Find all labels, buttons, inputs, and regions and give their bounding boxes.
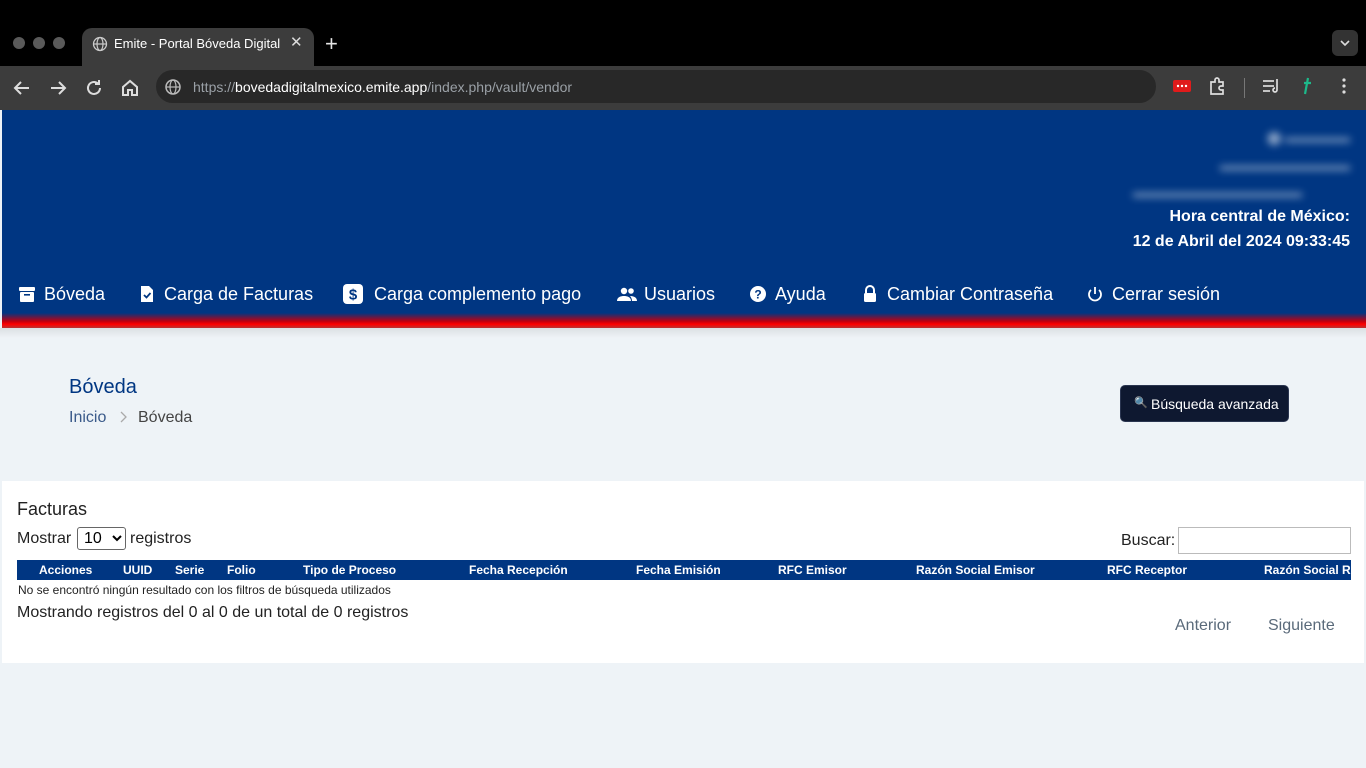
power-icon (1088, 287, 1102, 302)
nav-label: Usuarios (644, 284, 716, 304)
clock-label: Hora central de México: (1169, 208, 1351, 225)
url-text: https://bovedadigitalmexico.emite.app/in… (193, 79, 572, 95)
dollar-icon: $ (343, 284, 363, 304)
nav-label: Cambiar Contraseña (887, 284, 1054, 304)
archive-icon (19, 287, 35, 302)
breadcrumb-current: Bóveda (138, 409, 193, 426)
column-header[interactable]: Razón Social Emisor (916, 563, 1035, 577)
user-company-redacted: ▬▬▬▬▬▬▬▬▬▬▬▬▬ (1133, 185, 1302, 200)
help-icon: ? (750, 286, 766, 302)
extension-red-icon[interactable] (1171, 75, 1193, 97)
toolbar-divider (1244, 78, 1245, 98)
tab-title: Emite - Portal Bóveda Digital México (114, 36, 282, 51)
url-host: bovedadigitalmexico.emite.app (235, 79, 428, 95)
column-header[interactable]: Razón Social Receptor (1264, 563, 1351, 577)
chevron-right-icon (120, 411, 127, 423)
table-info: Mostrando registros del 0 al 0 de un tot… (17, 604, 409, 621)
lock-icon (864, 285, 876, 302)
users-icon (617, 287, 637, 301)
forward-arrow-icon[interactable] (46, 76, 70, 100)
column-header[interactable]: RFC Emisor (778, 563, 847, 577)
column-header[interactable]: Serie (175, 563, 204, 577)
reload-icon[interactable] (82, 76, 106, 100)
magnifier-icon: 🔍 (1134, 397, 1148, 409)
svg-text:$: $ (349, 287, 358, 304)
file-check-icon (141, 286, 153, 302)
tab-search-button[interactable] (1332, 30, 1358, 56)
home-icon[interactable] (118, 76, 142, 100)
records-label: registros (130, 530, 192, 547)
empty-table-message: No se encontró ningún resultado con los … (18, 583, 391, 597)
window-zoom-control[interactable] (53, 37, 65, 49)
chevron-down-icon (1340, 40, 1350, 47)
tab-close-icon[interactable]: ✕ (290, 33, 303, 51)
new-tab-icon[interactable]: + (325, 31, 338, 57)
globe-icon (92, 36, 108, 52)
column-header[interactable]: Fecha Emisión (636, 563, 721, 577)
browser-tab-active[interactable]: Emite - Portal Bóveda Digital México ✕ (82, 28, 314, 66)
column-header[interactable]: UUID (123, 563, 152, 577)
column-header[interactable]: Folio (227, 563, 256, 577)
site-info-icon[interactable] (164, 78, 182, 96)
search-label: Buscar: (1121, 532, 1176, 549)
clock-value: 12 de Abril del 2024 09:33:45 (1132, 233, 1350, 250)
nav-label: Cerrar sesión (1112, 284, 1221, 304)
page-title: Bóveda (69, 376, 137, 398)
header-accent-bar (2, 313, 1366, 328)
user-rfc-redacted: ▬▬▬▬▬▬▬▬▬▬ (1220, 158, 1350, 173)
advanced-search-label: Búsqueda avanzada (1151, 396, 1279, 412)
column-header[interactable]: Tipo de Proceso (303, 563, 396, 577)
svg-text:?: ? (754, 288, 761, 302)
table-header: Acciones UUID Serie Folio Tipo de Proces… (17, 560, 1351, 580)
search-input[interactable] (1178, 527, 1351, 554)
profile-extension-icon[interactable] (1296, 75, 1318, 97)
advanced-search-button[interactable]: 🔍 Búsqueda avanzada (1120, 385, 1289, 422)
url-scheme: https:// (193, 79, 236, 95)
invoices-card: Facturas Mostrar 10 registros Buscar: Ac… (2, 481, 1364, 663)
media-queue-icon[interactable] (1260, 75, 1282, 97)
url-path: /index.php/vault/vendor (427, 79, 573, 95)
nav-label: Bóveda (44, 284, 106, 304)
pagination-previous[interactable]: Anterior (1175, 617, 1231, 635)
address-bar[interactable]: https://bovedadigitalmexico.emite.app/in… (156, 70, 1156, 103)
breadcrumb-home-link[interactable]: Inicio (69, 409, 106, 427)
browser-toolbar: https://bovedadigitalmexico.emite.app/in… (0, 66, 1366, 110)
window-minimize-control[interactable] (33, 37, 45, 49)
card-title: Facturas (17, 499, 88, 519)
column-header[interactable]: RFC Receptor (1107, 563, 1187, 577)
user-info-redacted: ⬤ ▬▬▬▬▬ (1266, 130, 1350, 145)
back-arrow-icon[interactable] (10, 76, 34, 100)
more-menu-icon[interactable] (1333, 75, 1355, 97)
column-header[interactable]: Fecha Recepción (469, 563, 568, 577)
page-length-select[interactable]: 10 (77, 527, 126, 550)
browser-tab-bar: Emite - Portal Bóveda Digital México ✕ + (0, 0, 1366, 66)
pagination-next[interactable]: Siguiente (1268, 617, 1335, 635)
nav-label: Ayuda (775, 284, 826, 304)
nav-label: Carga de Facturas (164, 284, 314, 304)
window-close-control[interactable] (13, 37, 25, 49)
column-header[interactable]: Acciones (39, 563, 92, 577)
nav-label: Carga complemento pago (374, 284, 582, 304)
app-header: ⬤ ▬▬▬▬▬ ▬▬▬▬▬▬▬▬▬▬ ▬▬▬▬▬▬▬▬▬▬▬▬▬ Hora ce… (2, 110, 1366, 328)
header-shadow (0, 328, 1366, 338)
show-label: Mostrar (17, 530, 72, 547)
extensions-puzzle-icon[interactable] (1207, 75, 1229, 97)
